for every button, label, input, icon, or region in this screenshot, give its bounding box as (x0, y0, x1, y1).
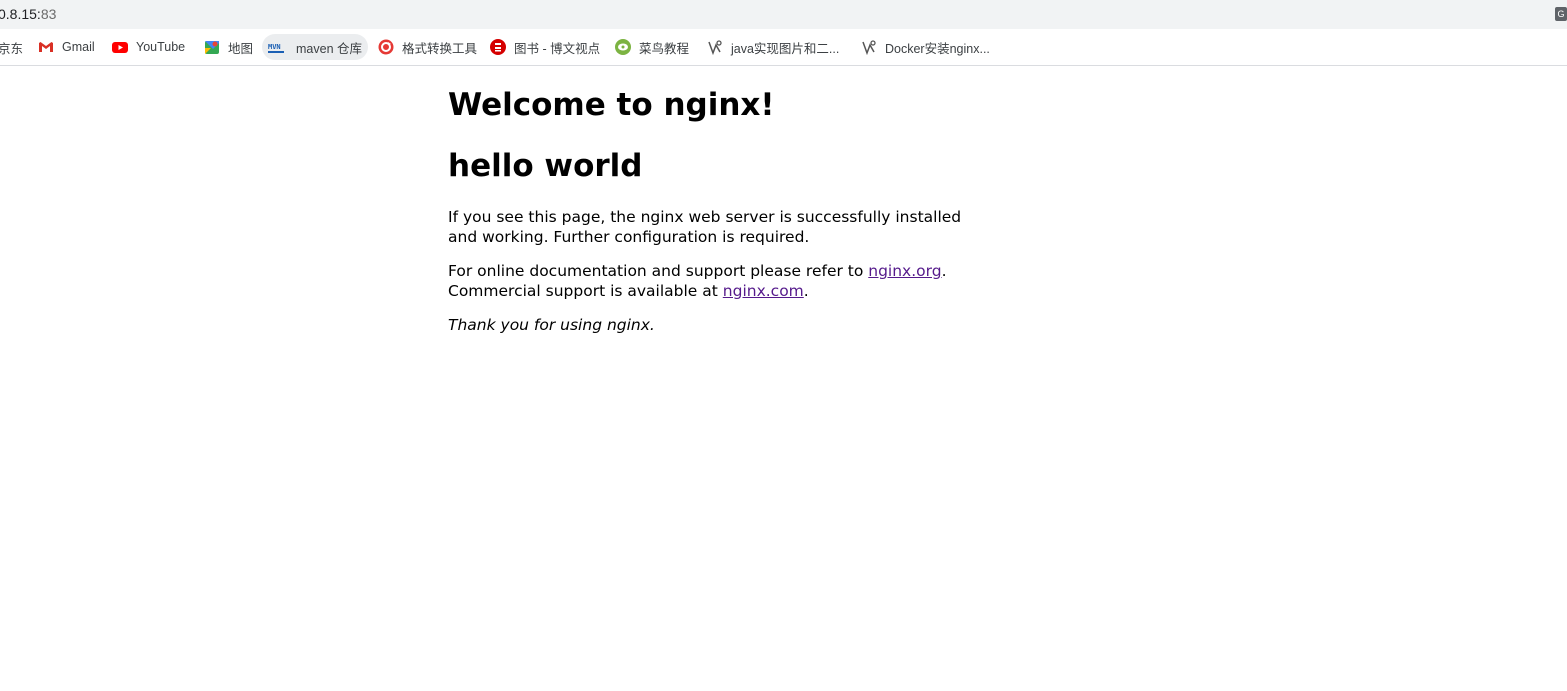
thanks-text: Thank you for using nginx. (448, 316, 655, 334)
bookmark-runoob[interactable]: 菜鸟教程 (611, 34, 695, 60)
period: . (803, 281, 809, 300)
bookmark-label: 格式转换工具 (402, 41, 478, 56)
period: . (941, 262, 947, 280)
bookmark-label: YouTube (136, 40, 186, 54)
docs-paragraph: For online documentation and support ple… (448, 262, 968, 301)
bookmark-java-article[interactable]: java实现图片和二... (703, 34, 845, 60)
svg-text:MVN: MVN (268, 43, 281, 51)
bookmark-label: maven 仓库 (296, 41, 362, 56)
bookmark-youtube[interactable]: YouTube (108, 34, 191, 60)
url-port: 83 (40, 6, 57, 22)
address-bar[interactable]: 0.8.15:83 G (0, 0, 1567, 29)
bookmark-label: 京东 (0, 41, 24, 56)
url-host: 0.8.15: (0, 6, 41, 22)
gmail-icon (38, 39, 54, 55)
bookmark-jd[interactable]: 京东 (0, 34, 29, 60)
bookmark-gmail[interactable]: Gmail (34, 34, 101, 60)
youtube-icon (112, 39, 128, 55)
bookmark-label: 菜鸟教程 (639, 41, 690, 56)
page-subtitle: hello world (448, 148, 643, 184)
broadview-icon (490, 39, 506, 55)
bookmark-convert[interactable]: 格式转换工具 (374, 34, 483, 60)
mvn-icon: MVN (268, 39, 286, 55)
page-icon (861, 39, 877, 56)
bookmark-label: Docker安装nginx... (885, 41, 990, 56)
bookmark-maps[interactable]: 地图 (200, 34, 259, 60)
intro-paragraph: If you see this page, the nginx web serv… (448, 208, 962, 246)
convert-icon (378, 39, 394, 55)
bookmark-maven[interactable]: MVN maven 仓库 (262, 34, 368, 60)
url-text[interactable]: 0.8.15:83 (0, 6, 56, 22)
bookmark-label: Gmail (62, 40, 95, 54)
bookmark-label: 地图 (228, 41, 254, 56)
page-title: Welcome to nginx! (448, 87, 775, 123)
nginx-com-link[interactable]: nginx.com (723, 282, 804, 300)
runoob-icon (615, 39, 631, 55)
bookmarks-bar: 京东 Gmail YouTube 地图 MVN maven 仓库 格式转换工具 (0, 29, 1567, 66)
nginx-org-link[interactable]: nginx.org (868, 262, 941, 280)
translate-icon[interactable]: G (1555, 7, 1567, 21)
bookmark-label: 图书 - 博文视点 (514, 41, 601, 56)
docs-text: For online documentation and support ple… (448, 262, 869, 280)
page-icon (707, 39, 723, 56)
bookmark-docker-article[interactable]: Docker安装nginx... (857, 34, 996, 60)
bookmark-label: java实现图片和二... (731, 41, 840, 56)
commercial-text: Commercial support is available at (448, 281, 723, 300)
maps-icon (204, 39, 220, 55)
bookmark-broadview[interactable]: 图书 - 博文视点 (486, 34, 606, 60)
